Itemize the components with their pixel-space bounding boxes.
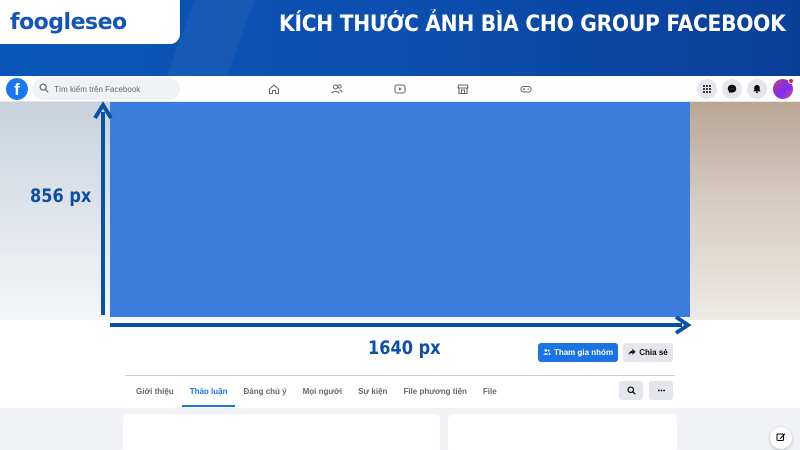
group-search-button[interactable] <box>619 381 643 400</box>
search-icon <box>39 80 49 98</box>
group-tabs: Giới thiệu Thảo luận Đáng chú ý Mọi ngườ… <box>128 376 505 408</box>
search-input[interactable] <box>54 84 174 94</box>
cover-photo[interactable] <box>110 102 690 317</box>
banner: foogleseo KÍCH THƯỚC ẢNH BÌA CHO GROUP F… <box>0 0 800 76</box>
cover-background-right <box>690 102 800 320</box>
marketplace-icon[interactable] <box>455 81 471 97</box>
more-options-button[interactable] <box>649 381 673 400</box>
share-button[interactable]: Chia sẻ <box>623 343 673 362</box>
tab-people[interactable]: Mọi người <box>295 376 350 406</box>
logo-text-part2: seo <box>85 9 127 35</box>
facebook-logo-icon[interactable]: f <box>6 78 28 100</box>
compose-edit-icon <box>776 429 786 447</box>
share-arrow-icon <box>628 348 636 358</box>
tab-files[interactable]: File <box>475 376 505 406</box>
banner-title: KÍCH THƯỚC ẢNH BÌA CHO GROUP FACEBOOK <box>279 12 787 37</box>
tab-discussion[interactable]: Thảo luận <box>181 376 236 407</box>
width-dimension-label: 1640 px <box>368 337 441 359</box>
video-icon[interactable] <box>392 81 408 97</box>
messenger-icon[interactable] <box>722 79 742 99</box>
more-dots-icon <box>657 382 666 400</box>
tab-featured[interactable]: Đáng chú ý <box>235 376 294 406</box>
gaming-icon[interactable] <box>518 81 534 97</box>
friends-icon[interactable] <box>329 81 345 97</box>
about-card <box>448 414 677 450</box>
tab-events[interactable]: Sự kiện <box>350 376 395 406</box>
share-label: Chia sẻ <box>639 348 668 357</box>
users-icon <box>543 348 551 358</box>
join-group-button[interactable]: Tham gia nhóm <box>538 343 618 362</box>
notification-badge <box>788 78 794 84</box>
height-dimension-label: 856 px <box>30 185 92 207</box>
new-message-button[interactable] <box>770 427 792 449</box>
join-group-label: Tham gia nhóm <box>553 348 614 357</box>
brand-logo: foogleseo <box>0 0 180 44</box>
notification-bell-icon[interactable] <box>747 79 767 99</box>
search-icon <box>626 382 636 400</box>
facebook-top-bar: f <box>0 76 800 102</box>
tab-about[interactable]: Giới thiệu <box>128 376 182 406</box>
logo-text: foogleseo <box>10 10 127 35</box>
tab-media[interactable]: File phương tiện <box>395 376 474 406</box>
facebook-search[interactable] <box>32 78 180 100</box>
menu-grid-icon[interactable] <box>697 79 717 99</box>
home-icon[interactable] <box>266 81 282 97</box>
composer-card <box>123 414 440 450</box>
logo-text-part1: foogle <box>10 9 86 35</box>
